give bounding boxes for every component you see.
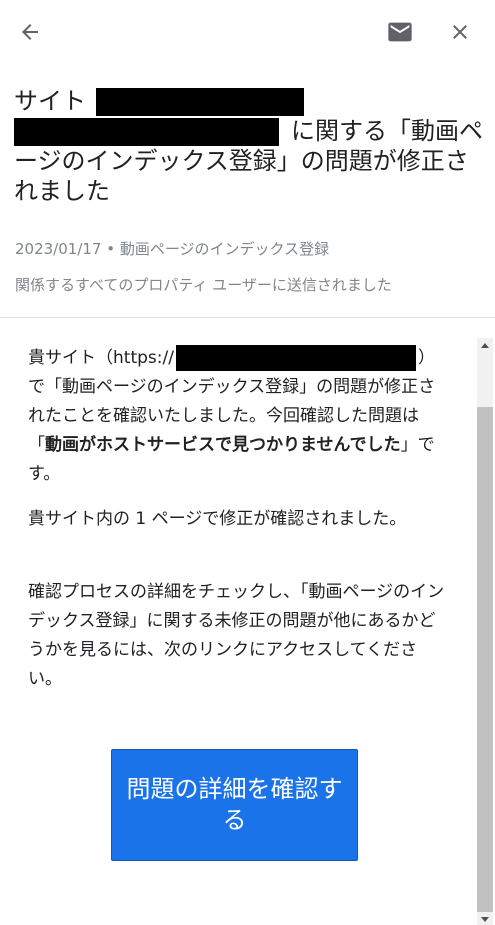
body-paragraph-1: 貴サイト（https://）で「動画ページのインデックス登録」の問題が修正された… xyxy=(28,344,448,489)
site-url-prefix: 貴サイト（https:// xyxy=(28,348,174,368)
mail-button[interactable] xyxy=(384,16,416,48)
arrow-back-icon xyxy=(22,24,38,40)
view-issue-details-button[interactable]: 問題の詳細を確認する xyxy=(111,749,358,861)
issue-name: 動画がホストサービスで見つかりませんでした xyxy=(45,435,401,455)
mail-icon xyxy=(388,22,412,42)
redacted-url xyxy=(175,345,416,371)
close-icon xyxy=(453,25,467,39)
redacted-site-name xyxy=(96,88,304,116)
body-paragraph-2: 貴サイト内の 1 ページで修正が確認されました。 xyxy=(28,509,407,529)
top-bar xyxy=(0,0,495,64)
close-button[interactable] xyxy=(444,16,476,48)
back-button[interactable] xyxy=(14,16,46,48)
message-title: サイト に関する「動画ページのインデックス登録」の問題が修正されました xyxy=(14,86,484,206)
scroll-up-icon[interactable] xyxy=(481,343,489,348)
redacted-site-name-continued xyxy=(14,118,279,146)
site-url-close: ） xyxy=(417,348,435,368)
body-paragraph-3: 確認プロセスの詳細をチェックし、「動画ページのインデックス登録」に関する未修正の… xyxy=(28,582,445,689)
message-date-category: 2023/01/17 • 動画ページのインデックス登録 xyxy=(15,240,330,258)
scroll-down-icon[interactable] xyxy=(481,917,489,922)
message-recipients-note: 関係するすべてのプロパティ ユーザーに送信されました xyxy=(15,276,392,294)
title-prefix: サイト xyxy=(14,87,86,115)
scrollbar-thumb[interactable] xyxy=(477,407,493,912)
